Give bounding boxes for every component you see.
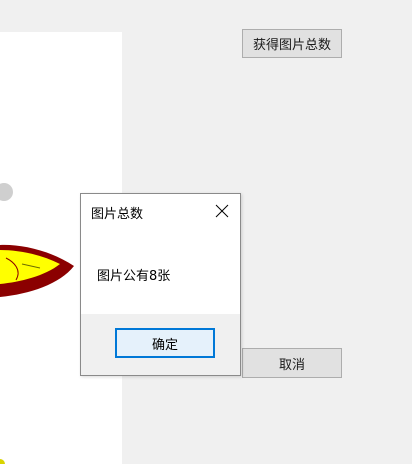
dialog-message: 图片公有8张 <box>97 269 171 284</box>
cancel-button[interactable]: 取消 <box>242 348 342 378</box>
app-window: 获得图片总数 取消 图片总数 图片公有8张 确定 <box>0 0 412 464</box>
dialog-footer: 确定 <box>81 314 240 375</box>
ok-button[interactable]: 确定 <box>115 328 215 358</box>
picture-count-dialog: 图片总数 图片公有8张 确定 <box>80 193 241 376</box>
dialog-title: 图片总数 <box>91 207 144 222</box>
close-icon[interactable] <box>209 200 235 222</box>
get-picture-count-button[interactable]: 获得图片总数 <box>242 29 342 58</box>
